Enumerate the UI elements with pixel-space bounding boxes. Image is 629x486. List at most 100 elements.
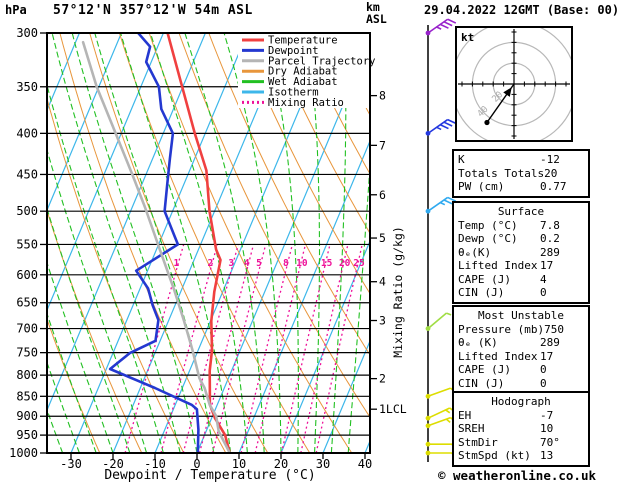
pressure-axis: 300 350 400 450 500 550 600 650 700 750 800 850 900 9…: [9, 26, 47, 460]
mixing-ratio-value-label: 25: [353, 258, 365, 269]
stat-label: CIN (J): [458, 376, 505, 390]
stat-row: StmSpd (kt) 13: [458, 449, 584, 463]
mixing-ratio-value-label: 3: [228, 258, 234, 269]
panel-indices: K -12 Totals Totals 20 PW (cm) 0.77: [452, 149, 590, 198]
altitude-tick-label: 1LCL: [379, 402, 407, 416]
altitude-tick-label: 2: [379, 372, 386, 386]
stat-row: Totals Totals 20: [458, 167, 584, 181]
hodograph-plot: 2040kt: [455, 26, 573, 142]
pressure-tick-label: 650: [16, 296, 38, 310]
stat-row: SREH 10: [458, 422, 584, 436]
pressure-tick-label: 400: [16, 126, 38, 140]
stat-row: Lifted Index 17: [458, 259, 584, 273]
stat-row: EH -7: [458, 409, 584, 423]
altitude-tick-label: 8: [379, 89, 386, 103]
stat-row: Temp (°C) 7.8: [458, 219, 584, 233]
stat-row: K -12: [458, 153, 584, 167]
stat-row: Dewp (°C) 0.2: [458, 232, 584, 246]
stat-label: StmDir: [458, 435, 498, 449]
x-axis-title: Dewpoint / Temperature (°C): [104, 468, 316, 483]
stat-label: θₑ(K): [458, 245, 492, 259]
stat-value: 0: [540, 286, 547, 299]
stat-value: 17: [540, 349, 554, 363]
panel-title: Hodograph: [491, 395, 551, 408]
stat-value: 7.8: [540, 218, 560, 232]
altitude-tick-label: 4: [379, 275, 386, 289]
mixing-ratio-labels: 1 2 3 4 5 8 10 15 20 25: [174, 258, 365, 269]
hodograph-unit-label: kt: [461, 31, 474, 44]
legend: TemperatureDewpointParcel TrajectoryDry …: [238, 34, 375, 109]
stat-row: CIN (J) 0: [458, 377, 584, 391]
mixing-ratio-value-label: 20: [339, 258, 351, 269]
stat-label: CAPE (J): [458, 272, 511, 286]
mixing-ratio-axis-label: Mixing Ratio (g/kg): [391, 226, 405, 358]
stat-row: Lifted Index 17: [458, 350, 584, 364]
pressure-axis-unit: hPa: [5, 3, 27, 17]
pressure-tick-label: 850: [16, 389, 38, 403]
station-title: 57°12'N 357°12'W 54m ASL: [53, 3, 253, 18]
wind-barb: [425, 18, 457, 36]
mixing-ratio-value-label: 5: [256, 258, 262, 269]
datetime-title: 29.04.2022 12GMT (Base: 00): [424, 3, 620, 17]
stat-label: EH: [458, 408, 472, 422]
legend-label: Mixing Ratio: [268, 97, 344, 109]
curve-parcel-trajectory: [81, 40, 232, 453]
copyright-footer: © weatheronline.co.uk: [437, 468, 597, 483]
stat-value: 10: [540, 422, 554, 435]
panel-most-unstable: Most Unstable Pressure (mb) 750 θₑ (K) 289 Li…: [452, 305, 590, 394]
stat-row: CIN (J) 0: [458, 286, 584, 300]
mixing-ratio-value-label: 2: [207, 258, 213, 269]
stat-label: StmSpd (kt): [458, 449, 531, 462]
pressure-tick-label: 700: [16, 322, 38, 336]
isotherm-line: [47, 33, 206, 412]
stat-row: CAPE (J) 4: [458, 273, 584, 287]
pressure-tick-label: 300: [16, 26, 38, 40]
stat-label: SREH: [458, 422, 485, 435]
mixing-ratio-value-label: 15: [321, 258, 333, 269]
stat-row: θₑ(K) 289: [458, 246, 584, 260]
wet-adiabat-line: [94, 33, 215, 453]
pressure-tick-label: 950: [16, 428, 38, 442]
altitude-axis-unit: km ASL: [366, 1, 387, 25]
stat-value: 13: [540, 449, 554, 462]
panel-title: Most Unstable: [477, 309, 565, 322]
stat-row: StmDir 70°: [458, 436, 584, 450]
sounding-chart-canvas: 300 350 400 450 500 550 600 650 700 750 800 850 900 9…: [0, 0, 629, 486]
stat-row: Pressure (mb) 750: [458, 323, 584, 337]
stat-value: 0.77: [540, 180, 567, 193]
stat-label: K: [458, 153, 465, 166]
stat-label: Temp (°C): [458, 218, 518, 232]
mixing-ratio-value-label: 1: [174, 258, 180, 269]
stat-value: 0: [540, 376, 547, 390]
altitude-unit-asl: ASL: [366, 12, 387, 26]
stat-row: CAPE (J) 0: [458, 363, 584, 377]
pressure-tick-label: 1000: [9, 446, 38, 460]
altitude-tick-label: 7: [379, 138, 386, 152]
altitude-tick-label: 6: [379, 188, 386, 202]
panel-surface: Surface Temp (°C) 7.8 Dewp (°C) 0.2 θₑ(K) 289 L…: [452, 201, 590, 304]
stat-value: 70°: [540, 435, 560, 449]
wind-barb: [425, 118, 457, 136]
stat-label: Pressure (mb): [458, 322, 545, 336]
wet-adiabat-line: [47, 360, 80, 453]
mixing-ratio-value-label: 4: [244, 258, 250, 269]
isotherm-line: [47, 33, 80, 112]
pressure-tick-label: 800: [16, 368, 38, 382]
pressure-tick-label: 750: [16, 346, 38, 360]
stat-value: 20: [544, 166, 558, 180]
wind-barb: [425, 312, 452, 331]
stat-row: θₑ (K) 289: [458, 336, 584, 350]
mixing-ratio-value-label: 8: [283, 258, 289, 269]
stat-value: 289: [540, 245, 560, 259]
pressure-tick-label: 600: [16, 268, 38, 282]
stat-value: -12: [540, 153, 560, 166]
stat-value: 0.2: [540, 232, 560, 245]
stat-label: PW (cm): [458, 180, 505, 193]
mixing-ratio-line: [300, 244, 349, 453]
altitude-tick-label: 3: [379, 314, 386, 328]
mixing-ratio-line: [211, 244, 267, 453]
wet-adiabat-line: [47, 311, 97, 453]
stat-label: CAPE (J): [458, 363, 511, 376]
pressure-tick-label: 500: [16, 204, 38, 218]
pressure-tick-label: 550: [16, 237, 38, 251]
